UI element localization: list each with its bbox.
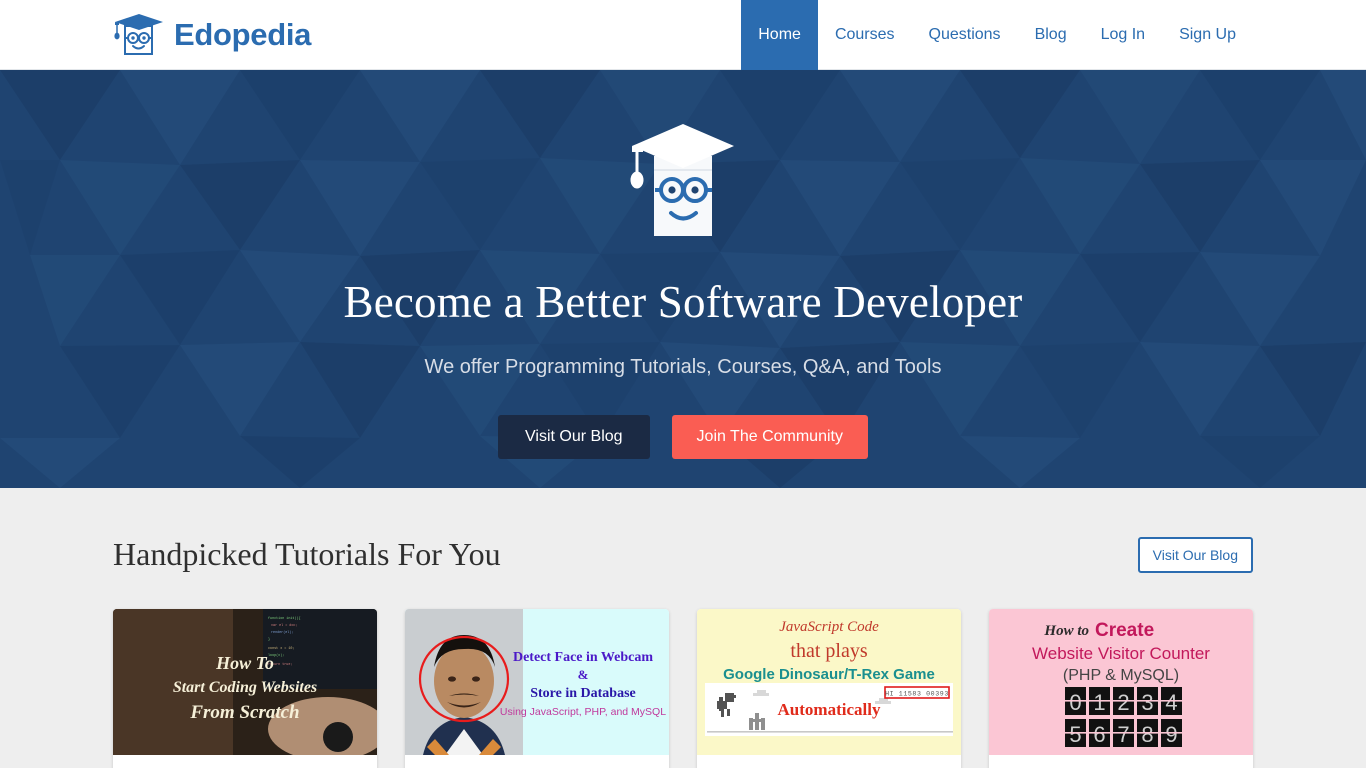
- join-the-community-button[interactable]: Join The Community: [671, 414, 868, 459]
- svg-text:that plays: that plays: [790, 640, 867, 662]
- svg-text:&: &: [578, 667, 589, 682]
- visit-our-blog-outline-button[interactable]: Visit Our Blog: [1137, 536, 1253, 573]
- svg-text:How To: How To: [215, 653, 274, 673]
- hero-actions: Visit Our Blog Join The Community: [498, 414, 868, 459]
- svg-text:(PHP & MySQL): (PHP & MySQL): [1063, 667, 1179, 684]
- graduation-cap-mascot-icon: [630, 124, 734, 236]
- handpicked-tutorials-section: Handpicked Tutorials For You Visit Our B…: [0, 488, 1366, 768]
- svg-text:9: 9: [1165, 722, 1177, 747]
- svg-text:5: 5: [1069, 722, 1081, 747]
- svg-text:How to: How to: [1043, 623, 1089, 639]
- graduation-cap-mascot-icon: [114, 13, 163, 55]
- section-title: Handpicked Tutorials For You: [113, 536, 501, 572]
- svg-text:function init(){: function init(){: [268, 616, 301, 621]
- svg-text:3: 3: [1141, 690, 1153, 715]
- hero-title: Become a Better Software Developer: [343, 277, 1023, 327]
- tutorial-thumbnail-visitor-counter: How to Create Website Visitor Counter (P…: [989, 609, 1253, 755]
- tutorial-card-title: Webcam Face Detection Using: [405, 755, 669, 768]
- svg-text:Using JavaScript, PHP, and MyS: Using JavaScript, PHP, and MySQL: [500, 706, 666, 718]
- tutorial-card-title: How To Start Coding Websites: [113, 755, 377, 768]
- hero-subtitle: We offer Programming Tutorials, Courses,…: [424, 355, 942, 378]
- svg-text:7: 7: [1117, 722, 1129, 747]
- tutorial-thumbnail-face-detection: Detect Face in Webcam & Store in Databas…: [405, 609, 669, 755]
- svg-text:render(el);: render(el);: [271, 630, 293, 635]
- svg-text:JavaScript Code: JavaScript Code: [779, 619, 879, 635]
- tutorial-card[interactable]: Detect Face in Webcam & Store in Databas…: [405, 609, 669, 768]
- svg-text:Create: Create: [1095, 620, 1154, 641]
- brand-logo[interactable]: Edopedia: [113, 12, 311, 58]
- svg-text:1: 1: [1093, 690, 1105, 715]
- svg-text:}: }: [268, 637, 270, 642]
- tutorial-thumbnail-coding-websites: function init(){ var el = doc; render(el…: [113, 609, 377, 755]
- tutorial-card-grid: function init(){ var el = doc; render(el…: [113, 609, 1253, 768]
- svg-text:Google Dinosaur/T-Rex Game: Google Dinosaur/T-Rex Game: [723, 666, 935, 683]
- nav-item-questions[interactable]: Questions: [912, 0, 1018, 70]
- site-header: Edopedia Home Courses Questions Blog Log…: [0, 0, 1366, 70]
- svg-text:Automatically: Automatically: [778, 700, 881, 719]
- svg-text:6: 6: [1093, 722, 1105, 747]
- svg-text:HI 11583 00393: HI 11583 00393: [885, 691, 949, 698]
- hero-section: Become a Better Software Developer We of…: [0, 70, 1366, 488]
- nav-item-blog[interactable]: Blog: [1018, 0, 1084, 70]
- svg-text:Website Visitor Counter: Website Visitor Counter: [1032, 644, 1210, 663]
- nav-item-signup[interactable]: Sign Up: [1162, 0, 1253, 70]
- svg-text:Detect Face in Webcam: Detect Face in Webcam: [513, 650, 653, 665]
- main-navigation: Home Courses Questions Blog Log In Sign …: [741, 0, 1253, 70]
- visit-our-blog-button[interactable]: Visit Our Blog: [498, 414, 650, 459]
- svg-text:Store in Database: Store in Database: [530, 686, 636, 701]
- tutorial-card[interactable]: JavaScript Code that plays Google Dinosa…: [697, 609, 961, 768]
- tutorial-card[interactable]: How to Create Website Visitor Counter (P…: [989, 609, 1253, 768]
- svg-text:4: 4: [1165, 690, 1177, 715]
- svg-text:8: 8: [1141, 722, 1153, 747]
- svg-text:0: 0: [1069, 690, 1081, 715]
- nav-item-login[interactable]: Log In: [1084, 0, 1162, 70]
- svg-text:From Scratch: From Scratch: [189, 702, 299, 723]
- tutorial-card-title: How to Create Website Visitor: [989, 755, 1253, 768]
- section-header: Handpicked Tutorials For You Visit Our B…: [113, 488, 1253, 573]
- brand-name: Edopedia: [174, 17, 312, 52]
- svg-text:Start Coding Websites: Start Coding Websites: [173, 679, 317, 696]
- nav-item-home[interactable]: Home: [741, 0, 818, 70]
- tutorial-card-title: JavaScript Code Plays Google: [697, 755, 961, 768]
- svg-text:const x = 10;: const x = 10;: [268, 647, 294, 651]
- tutorial-card[interactable]: function init(){ var el = doc; render(el…: [113, 609, 377, 768]
- svg-text:2: 2: [1117, 690, 1129, 715]
- tutorial-thumbnail-trex-game: JavaScript Code that plays Google Dinosa…: [697, 609, 961, 755]
- svg-text:var el = doc;: var el = doc;: [271, 623, 297, 628]
- nav-item-courses[interactable]: Courses: [818, 0, 912, 70]
